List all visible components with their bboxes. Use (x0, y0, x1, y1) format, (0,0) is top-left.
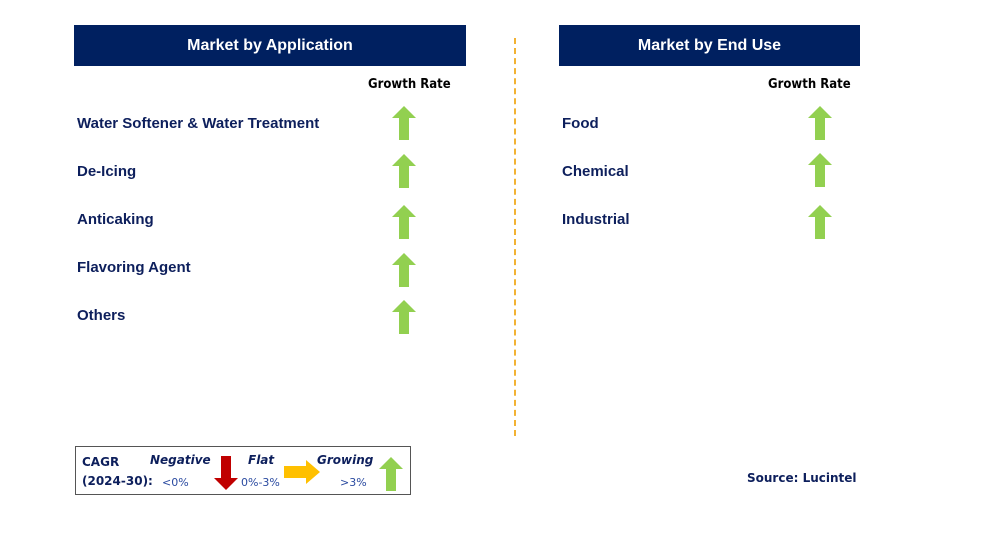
section-divider (514, 38, 516, 436)
application-header: Market by Application (74, 25, 466, 66)
legend-growing-label: Growing (317, 453, 374, 467)
up-arrow-icon (392, 205, 416, 239)
application-item-label: Water Softener & Water Treatment (77, 115, 320, 132)
application-item-label: De-Icing (77, 163, 137, 180)
legend-flat-label: Flat (248, 453, 275, 467)
up-arrow-icon (808, 205, 832, 239)
end-use-item-label: Food (562, 115, 599, 132)
application-item-label: Flavoring Agent (77, 259, 191, 276)
legend-period: (2024-30): (82, 474, 153, 488)
application-growth-rate-label: Growth Rate (368, 77, 451, 92)
up-arrow-icon (392, 106, 416, 140)
up-arrow-icon (808, 106, 832, 140)
source-note: Source: Lucintel (747, 471, 857, 485)
cagr-legend: CAGR (2024-30): Negative <0% Flat 0%-3% … (75, 446, 411, 495)
up-arrow-icon (808, 153, 832, 187)
end-use-header: Market by End Use (559, 25, 860, 66)
application-item-label: Anticaking (77, 211, 154, 228)
up-arrow-icon (392, 300, 416, 334)
right-arrow-icon (284, 460, 320, 484)
end-use-growth-rate-label: Growth Rate (768, 77, 851, 92)
up-arrow-icon (392, 154, 416, 188)
legend-negative-label: Negative (150, 453, 211, 467)
up-arrow-icon (392, 253, 416, 287)
legend-flat-range: 0%-3% (241, 476, 280, 489)
legend-growing-range: >3% (340, 476, 367, 489)
application-item-label: Others (77, 307, 126, 324)
down-arrow-icon (214, 456, 238, 490)
legend-negative-range: <0% (162, 476, 189, 489)
end-use-item-label: Industrial (562, 211, 630, 228)
end-use-item-label: Chemical (562, 163, 629, 180)
legend-cagr-label: CAGR (82, 455, 120, 469)
up-arrow-icon (379, 457, 403, 491)
